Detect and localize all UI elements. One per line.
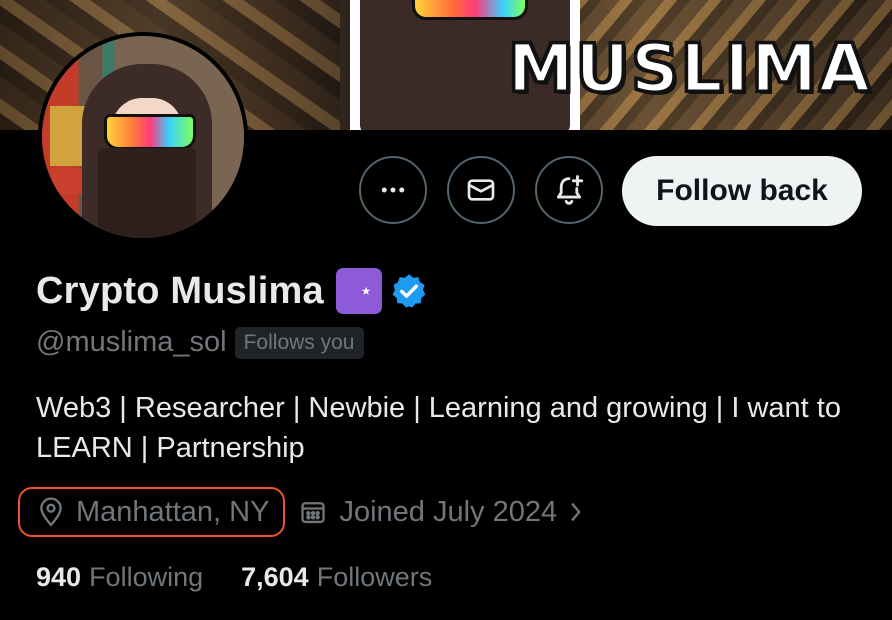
followers-count: 7,604 [241, 562, 309, 592]
message-button[interactable] [447, 156, 515, 224]
followers-label: Followers [316, 562, 433, 592]
display-name: Crypto Muslima [36, 269, 324, 312]
star-and-crescent-emoji [335, 268, 382, 314]
profile-meta-row: Manhattan, NY Joined July 2024 [18, 487, 585, 537]
location-text: Manhattan, NY [76, 495, 270, 528]
follows-you-badge: Follows you [234, 326, 364, 359]
location-pin-icon [40, 497, 62, 527]
followers-stat[interactable]: 7,604 Followers [241, 562, 432, 593]
follow-stats: 940 Following 7,604 Followers [36, 562, 470, 593]
profile-bio: Web3 | Researcher | Newbie | Learning an… [36, 392, 841, 464]
banner-brand-text: MUSLIMA [506, 30, 872, 107]
avatar[interactable] [38, 32, 248, 242]
envelope-icon [467, 179, 495, 201]
more-horizontal-icon [381, 187, 405, 193]
handle-row: @muslima_sol Follows you [36, 326, 364, 359]
following-label: Following [89, 562, 204, 592]
chevron-right-icon[interactable] [567, 499, 585, 525]
profile-page: MUSLIMA Follow back Crypto Muslima @musl… [0, 0, 892, 620]
more-options-button[interactable] [359, 156, 427, 224]
location-highlight: Manhattan, NY [18, 487, 286, 537]
following-stat[interactable]: 940 Following [36, 562, 203, 593]
username-handle: @muslima_sol [36, 326, 227, 358]
follow-back-button[interactable]: Follow back [622, 156, 862, 226]
join-date[interactable]: Joined July 2024 [299, 496, 585, 529]
calendar-icon [301, 502, 326, 524]
bell-plus-icon [556, 175, 584, 205]
following-count: 940 [36, 562, 82, 592]
name-row: Crypto Muslima [36, 268, 428, 314]
verified-badge-icon[interactable] [390, 272, 428, 310]
notifications-button[interactable] [535, 156, 603, 224]
joined-text: Joined July 2024 [339, 495, 558, 528]
